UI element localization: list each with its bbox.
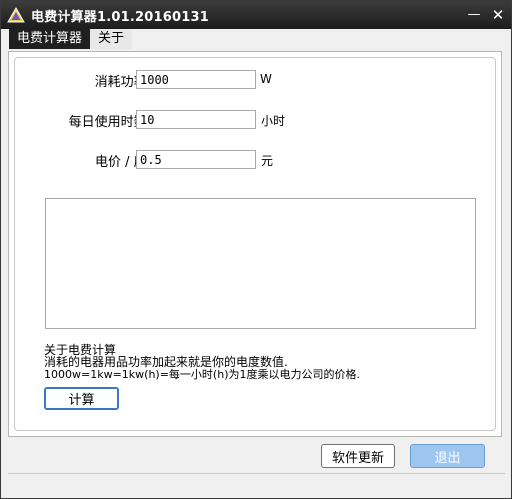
tab-bar: 电费计算器 关于 (9, 29, 133, 49)
price-unit: 元 (261, 154, 274, 168)
hours-unit: 小时 (261, 114, 286, 128)
hours-input[interactable] (136, 110, 256, 129)
status-divider (8, 473, 505, 474)
info-line-2: 1000w=1kw=1kw(h)=每一小时(h)为1度乘以电力公司的价格. (44, 368, 360, 381)
window-title: 电费计算器1.01.20160131 (31, 9, 209, 25)
minimize-button[interactable]: — (463, 5, 485, 25)
app-logo-icon (7, 7, 25, 23)
tab-calculator[interactable]: 电费计算器 (9, 29, 91, 49)
result-output[interactable] (45, 198, 476, 329)
calculate-button[interactable]: 计算 (44, 387, 119, 410)
price-input[interactable] (136, 150, 256, 169)
exit-button[interactable]: 退出 (410, 444, 485, 468)
app-window: 电费计算器1.01.20160131 — ✕ 电费计算器 关于 消耗功率: W … (0, 0, 512, 499)
title-bar[interactable]: 电费计算器1.01.20160131 — ✕ (1, 1, 511, 29)
power-unit: W (260, 72, 272, 86)
info-line-1: 消耗的电器用品功率加起来就是你的电度数值. (44, 355, 288, 369)
hours-label: 每日使用时数: (68, 115, 151, 130)
power-input[interactable] (136, 70, 256, 89)
tab-about[interactable]: 关于 (90, 29, 133, 49)
software-update-button[interactable]: 软件更新 (321, 444, 395, 468)
close-button[interactable]: ✕ (487, 5, 509, 25)
